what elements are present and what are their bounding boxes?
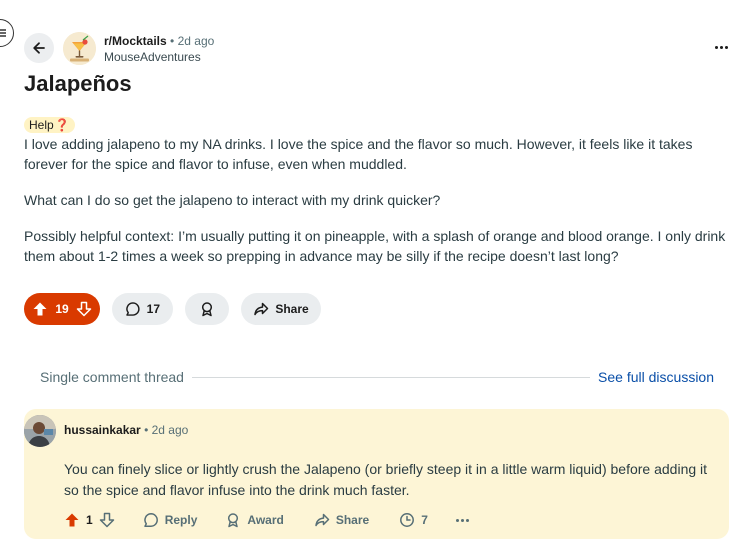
share-label: Share: [275, 302, 309, 316]
post-meta: r/Mocktails • 2d ago MouseAdventures: [104, 34, 214, 65]
dot-icon: [714, 45, 718, 49]
post-title: Jalapeños: [24, 71, 132, 96]
subreddit-name[interactable]: r/Mocktails: [104, 34, 167, 48]
user-avatar-icon: [24, 415, 56, 447]
comment-award-button[interactable]: Award: [225, 510, 284, 530]
avatar[interactable]: [24, 415, 56, 447]
comment-bubble-icon: [126, 302, 140, 316]
menu-icon[interactable]: [0, 19, 14, 47]
award-icon: [228, 513, 239, 528]
reply-button[interactable]: Reply: [143, 510, 198, 530]
see-full-discussion-link[interactable]: See full discussion: [598, 369, 714, 385]
upvote-icon[interactable]: [64, 512, 80, 528]
upvote-icon[interactable]: [32, 301, 48, 317]
share-arrow-icon: [315, 513, 330, 527]
comment-vote-control: 1: [64, 510, 115, 530]
comment-awards-count[interactable]: 7: [399, 510, 428, 530]
post-paragraph: I love adding jalapeno to my NA drinks. …: [24, 136, 693, 172]
post-flair[interactable]: Help ❓: [24, 117, 75, 133]
comment-more-button[interactable]: [455, 518, 469, 522]
award-label: Award: [247, 513, 284, 527]
meta-separator: •: [170, 34, 175, 48]
arrow-left-icon: [33, 42, 45, 54]
cocktail-glass-icon: [63, 32, 96, 65]
meta-separator: •: [144, 423, 149, 437]
comment-meta: hussainkakar • 2d ago: [64, 423, 188, 438]
post-time: 2d ago: [177, 34, 215, 48]
post-paragraph: What can I do so get the jalapeno to int…: [24, 192, 441, 208]
flair-label: Help: [29, 118, 54, 132]
subreddit-avatar[interactable]: [63, 32, 96, 65]
share-arrow-icon: [254, 302, 269, 316]
comment-author[interactable]: hussainkakar: [64, 423, 141, 437]
vote-control: 19: [24, 293, 100, 325]
comment-action-bar: 1 Reply Award Share 7: [64, 510, 469, 530]
dot-icon: [465, 518, 469, 522]
share-button[interactable]: Share: [241, 293, 321, 325]
comment-bubble-icon: [143, 513, 158, 527]
clock-icon: [400, 513, 415, 527]
more-options-button[interactable]: [710, 39, 732, 55]
reply-label: Reply: [164, 513, 198, 527]
comment-text: You can finely slice or lightly crush th…: [64, 461, 708, 498]
dot-icon: [719, 45, 723, 49]
comments-button[interactable]: 17: [112, 293, 173, 325]
dot-icon: [724, 45, 728, 49]
comment-share-button[interactable]: Share: [314, 510, 369, 530]
comment-count: 17: [146, 302, 160, 316]
thread-label: Single comment thread: [40, 369, 184, 385]
downvote-icon[interactable]: [99, 512, 115, 528]
divider: [191, 376, 591, 378]
comment-vote-count: 1: [86, 513, 93, 527]
award-icon: [201, 302, 213, 317]
question-mark-icon: ❓: [54, 118, 70, 132]
comment-card: hussainkakar • 2d ago You can finely sli…: [24, 409, 729, 539]
award-button[interactable]: [185, 293, 229, 325]
comment-time: 2d ago: [151, 423, 189, 437]
downvote-icon[interactable]: [76, 301, 92, 317]
post-author[interactable]: MouseAdventures: [104, 50, 214, 65]
thread-header: Single comment thread See full discussio…: [40, 368, 714, 386]
dot-icon: [460, 518, 464, 522]
share-label: Share: [335, 513, 370, 527]
dot-icon: [455, 518, 459, 522]
awards-count: 7: [421, 513, 428, 527]
post-action-bar: 19 17 Share: [24, 293, 321, 325]
post-paragraph: Possibly helpful context: I’m usually pu…: [24, 228, 726, 264]
post-body: I love adding jalapeno to my NA drinks. …: [24, 134, 739, 282]
vote-count: 19: [55, 302, 69, 316]
back-button[interactable]: [24, 33, 54, 63]
